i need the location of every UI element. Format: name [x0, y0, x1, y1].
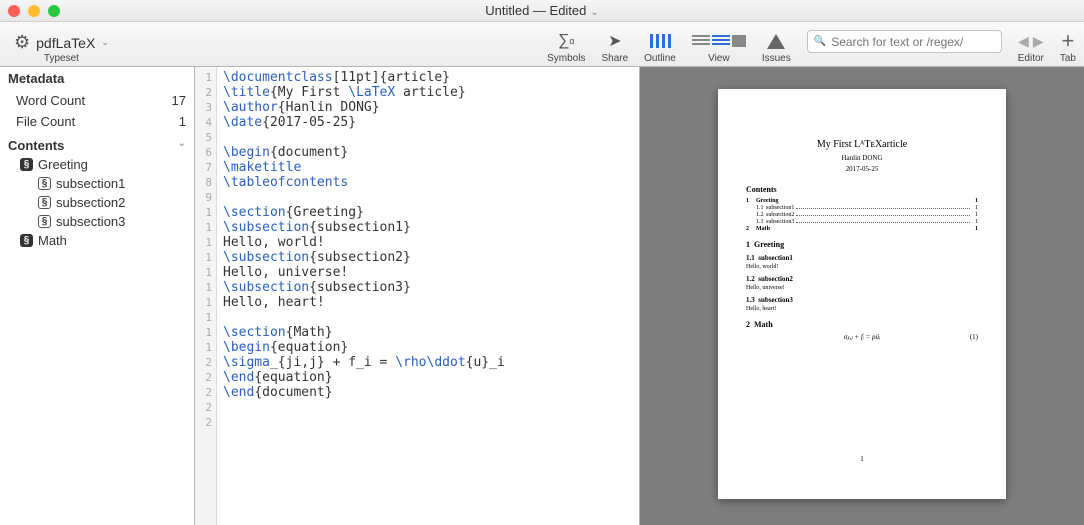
chevron-icon[interactable]: ⌄ — [178, 138, 186, 153]
share-button[interactable]: ➤ Share — [593, 22, 636, 66]
outline-item[interactable]: § Greeting — [0, 155, 194, 174]
outline-item-label: Greeting — [38, 157, 88, 172]
view-selector[interactable]: View — [684, 22, 754, 66]
page-number: 1 — [718, 455, 1006, 463]
toc-row: 1Greeting1 — [746, 198, 978, 204]
line-gutter: 123456789111111111122222 — [195, 67, 217, 525]
file-count-value: 1 — [179, 114, 186, 129]
search-input[interactable] — [831, 35, 995, 49]
file-count-row: File Count 1 — [0, 111, 194, 132]
close-icon[interactable] — [8, 5, 20, 17]
outline-item[interactable]: § subsection1 — [0, 174, 194, 193]
symbols-button[interactable]: ∑α Symbols — [539, 22, 593, 66]
pdf-preview[interactable]: My First LᴬTᴇXarticle Hanlin DONG 2017-0… — [640, 67, 1084, 525]
window-title: Untitled — Edited⌄ — [0, 3, 1084, 18]
outline-item[interactable]: § Math — [0, 231, 194, 250]
outline-icon — [650, 31, 671, 51]
subsection-heading: 1.3 subsection3 — [746, 296, 978, 304]
sigma-icon: ∑α — [558, 31, 575, 51]
outline-item[interactable]: § subsection3 — [0, 212, 194, 231]
toc-row: 2Math1 — [746, 226, 978, 232]
section-heading: 1 Greeting — [746, 240, 978, 249]
subsection-heading: 1.1 subsection1 — [746, 254, 978, 262]
equation: σⱼᵢ,ⱼ + fᵢ = ρüᵢ (1) — [746, 333, 978, 341]
outline-button[interactable]: Outline — [636, 22, 684, 66]
body-text: Hello, heart! — [746, 306, 978, 312]
issues-button[interactable]: Issues — [754, 22, 799, 66]
typeset-button[interactable]: Typeset — [44, 53, 79, 66]
typeset-group: ⚙︎ pdfLaTeX ⌄ Typeset — [0, 22, 123, 66]
body-text: Hello, universe! — [746, 285, 978, 291]
code-area[interactable]: \documentclass[11pt]{article}\title{My F… — [217, 67, 639, 525]
doc-title: My First LᴬTᴇXarticle — [746, 139, 978, 150]
code-editor[interactable]: 123456789111111111122222 \documentclass[… — [195, 67, 640, 525]
section-icon: § — [20, 158, 33, 171]
gear-icon[interactable]: ⚙︎ — [14, 32, 30, 53]
outline-item-label: subsection2 — [56, 195, 125, 210]
chevron-down-icon[interactable]: ⌄ — [101, 37, 109, 48]
titlebar: Untitled — Edited⌄ — [0, 0, 1084, 22]
file-count-label: File Count — [16, 114, 75, 129]
warning-icon — [767, 31, 785, 51]
search-field[interactable]: 🔍 — [807, 30, 1002, 53]
toc-heading: Contents — [746, 185, 978, 194]
pdf-page: My First LᴬTᴇXarticle Hanlin DONG 2017-0… — [718, 89, 1006, 499]
section-icon: § — [38, 215, 51, 228]
body-text: Hello, world! — [746, 264, 978, 270]
doc-author: Hanlin DONG — [746, 154, 978, 162]
equation-number: (1) — [970, 333, 978, 341]
tab-button[interactable]: + Tab — [1052, 22, 1084, 66]
section-icon: § — [38, 196, 51, 209]
outline-item[interactable]: § subsection2 — [0, 193, 194, 212]
minimize-icon[interactable] — [28, 5, 40, 17]
plus-icon: + — [1062, 31, 1075, 51]
sidebar: Metadata Word Count 17 File Count 1 Cont… — [0, 67, 195, 525]
maximize-icon[interactable] — [48, 5, 60, 17]
outline-item-label: subsection1 — [56, 176, 125, 191]
toolbar: ⚙︎ pdfLaTeX ⌄ Typeset ∑α Symbols ➤ Share… — [0, 22, 1084, 67]
editor-nav[interactable]: ◀▶ Editor — [1010, 22, 1052, 66]
search-icon: 🔍 — [814, 36, 826, 47]
word-count-value: 17 — [172, 93, 186, 108]
toc-row: 1.3subsection31 — [746, 219, 978, 225]
search-group: 🔍 — [799, 22, 1010, 66]
chevron-down-icon[interactable]: ⌄ — [590, 7, 598, 18]
view-icon — [692, 31, 746, 51]
outline-item-label: Math — [38, 233, 67, 248]
section-icon: § — [38, 177, 51, 190]
doc-date: 2017-05-25 — [746, 165, 978, 173]
metadata-heading: Metadata — [0, 67, 194, 90]
engine-selector[interactable]: pdfLaTeX — [36, 35, 95, 51]
word-count-row: Word Count 17 — [0, 90, 194, 111]
section-icon: § — [20, 234, 33, 247]
toc-row: 1.1subsection11 — [746, 205, 978, 211]
workspace: Metadata Word Count 17 File Count 1 Cont… — [0, 67, 1084, 525]
subsection-heading: 1.2 subsection2 — [746, 275, 978, 283]
word-count-label: Word Count — [16, 93, 85, 108]
share-icon: ➤ — [608, 31, 621, 51]
outline-item-label: subsection3 — [56, 214, 125, 229]
window-controls — [8, 5, 60, 17]
nav-arrows-icon: ◀▶ — [1018, 31, 1044, 51]
toc-row: 1.2subsection21 — [746, 212, 978, 218]
section-heading: 2 Math — [746, 320, 978, 329]
contents-heading: Contents ⌄ — [0, 132, 194, 155]
